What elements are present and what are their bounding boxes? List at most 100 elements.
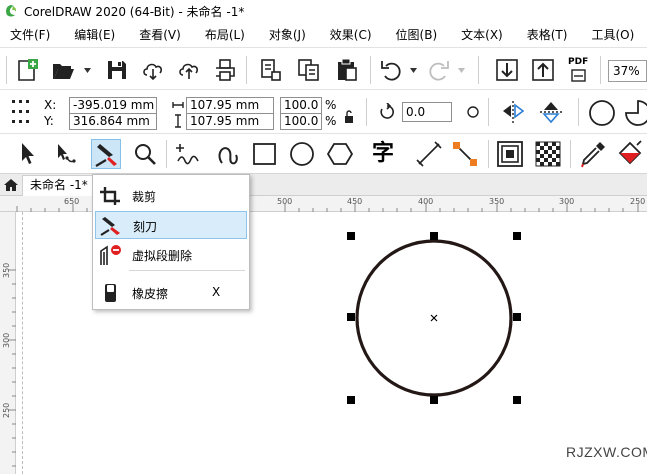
- menu-layout[interactable]: 布局(L): [197, 24, 253, 46]
- selection-handle[interactable]: [347, 232, 355, 240]
- polygon-tool-icon[interactable]: [325, 139, 355, 169]
- menu-bitmaps[interactable]: 位图(B): [388, 24, 446, 46]
- coreldraw-logo-icon: [6, 5, 17, 17]
- open-dropdown-chevron-down-icon[interactable]: [84, 68, 91, 73]
- toolbar-separator: [488, 98, 489, 126]
- pie-mode-icon[interactable]: [624, 99, 647, 127]
- selected-circle-object[interactable]: [340, 230, 530, 408]
- paste-icon[interactable]: [334, 57, 360, 83]
- ruler-label: 300: [2, 332, 11, 348]
- cut-icon[interactable]: [258, 57, 284, 83]
- flyout-item-knife[interactable]: 刻刀: [95, 211, 247, 239]
- ellipse-tool-icon[interactable]: [287, 139, 317, 169]
- document-tab[interactable]: 未命名 -1*: [22, 175, 94, 196]
- cloud-upload-icon[interactable]: [176, 57, 202, 83]
- text-tool-icon[interactable]: 字: [368, 139, 398, 169]
- dimension-tool-icon[interactable]: [414, 139, 444, 169]
- flyout-item-label: 橡皮擦: [132, 287, 169, 301]
- redo-icon[interactable]: [426, 57, 452, 83]
- selection-handle[interactable]: [430, 232, 438, 240]
- undo-dropdown-chevron-down-icon[interactable]: [410, 68, 417, 73]
- menu-view[interactable]: 查看(V): [131, 24, 189, 46]
- ruler-label: 250: [630, 197, 646, 206]
- x-label: X:: [44, 98, 57, 112]
- open-folder-icon[interactable]: [50, 57, 76, 83]
- menu-bar: 文件(F) 编辑(E) 查看(V) 布局(L) 对象(J) 效果(C) 位图(B…: [0, 22, 647, 48]
- shape-tool-icon[interactable]: [50, 139, 80, 169]
- toolbar-separator: [366, 98, 367, 126]
- ruler-label: 400: [418, 197, 434, 206]
- toolbar-separator: [578, 98, 579, 126]
- rotation-degree-spinner-icon[interactable]: [464, 105, 482, 119]
- ruler-label: 450: [347, 197, 363, 206]
- window-title: CorelDRAW 2020 (64-Bit) - 未命名 -1*: [24, 4, 245, 19]
- flyout-divider: [129, 270, 245, 271]
- ruler-label: 500: [277, 197, 293, 206]
- menu-tools[interactable]: 工具(O): [583, 24, 642, 46]
- virtual-segment-delete-icon: [98, 244, 122, 266]
- flyout-item-eraser[interactable]: 橡皮擦 X: [95, 279, 247, 307]
- selection-handle[interactable]: [347, 396, 355, 404]
- scale-y-field[interactable]: 100.0: [280, 113, 322, 130]
- transparency-tool-checker-icon[interactable]: [533, 139, 563, 169]
- menu-object[interactable]: 对象(J): [261, 24, 314, 46]
- toolbar-separator: [6, 56, 7, 84]
- selection-handle[interactable]: [513, 396, 521, 404]
- rectangle-tool-icon[interactable]: [250, 139, 280, 169]
- lock-ratio-icon[interactable]: [344, 110, 354, 124]
- toolbar-separator: [370, 56, 371, 84]
- undo-icon[interactable]: [378, 57, 404, 83]
- zoom-tool-magnifier-icon[interactable]: [130, 139, 160, 169]
- print-icon[interactable]: [212, 57, 238, 83]
- mirror-horizontal-icon[interactable]: [500, 99, 526, 125]
- export-icon[interactable]: [530, 57, 556, 83]
- artistic-media-tool-icon[interactable]: [212, 139, 242, 169]
- connector-tool-icon[interactable]: [450, 139, 480, 169]
- freehand-tool-icon[interactable]: [172, 139, 202, 169]
- menu-edit[interactable]: 编辑(E): [66, 24, 123, 46]
- height-arrow-icon: [175, 114, 181, 128]
- page-border: [22, 212, 23, 474]
- flyout-item-virtual-segment-delete[interactable]: 虚拟段删除: [95, 241, 247, 269]
- selection-handle[interactable]: [430, 396, 438, 404]
- redo-dropdown-chevron-down-icon[interactable]: [458, 68, 465, 73]
- publish-pdf-icon[interactable]: PDF: [566, 57, 592, 83]
- ruler-label: 250: [2, 402, 11, 418]
- menu-effects[interactable]: 效果(C): [322, 24, 380, 46]
- scale-y-percent-label: %: [325, 114, 337, 128]
- flyout-item-crop[interactable]: 裁剪: [95, 182, 247, 210]
- rotation-angle-field[interactable]: 0.0: [402, 102, 452, 122]
- interactive-fill-tool-icon[interactable]: [615, 139, 645, 169]
- selection-handle[interactable]: [347, 313, 355, 321]
- new-document-icon[interactable]: [14, 57, 40, 83]
- flyout-item-label: 裁剪: [132, 190, 157, 204]
- home-icon[interactable]: [3, 177, 19, 193]
- import-icon[interactable]: [494, 57, 520, 83]
- save-icon[interactable]: [104, 57, 130, 83]
- x-position-field[interactable]: -395.019 mm: [69, 97, 157, 114]
- knife-icon: [99, 215, 123, 237]
- scale-x-field[interactable]: 100.0: [280, 97, 322, 114]
- menu-file[interactable]: 文件(F): [0, 24, 58, 46]
- width-field[interactable]: 107.95 mm: [186, 97, 274, 114]
- pick-tool-arrow-icon[interactable]: [12, 139, 42, 169]
- contour-tool-icon[interactable]: [495, 139, 525, 169]
- ellipse-mode-icon[interactable]: [588, 99, 616, 127]
- width-arrow-icon: [172, 102, 184, 108]
- selection-handle[interactable]: [513, 232, 521, 240]
- menu-table[interactable]: 表格(T): [519, 24, 576, 46]
- copy-icon[interactable]: [296, 57, 322, 83]
- height-field[interactable]: 107.95 mm: [186, 113, 274, 130]
- y-position-field[interactable]: 316.864 mm: [69, 113, 157, 130]
- menu-text[interactable]: 文本(X): [453, 24, 511, 46]
- scale-x-percent-label: %: [325, 98, 337, 112]
- ruler-label: 300: [559, 197, 575, 206]
- mirror-vertical-icon[interactable]: [538, 99, 564, 125]
- cloud-download-icon[interactable]: [140, 57, 166, 83]
- title-bar: CorelDRAW 2020 (64-Bit) - 未命名 -1*: [0, 0, 647, 22]
- y-label: Y:: [44, 114, 54, 128]
- selection-handle[interactable]: [513, 313, 521, 321]
- knife-tool-icon[interactable]: [91, 139, 121, 169]
- zoom-level-field[interactable]: 37%: [608, 60, 647, 82]
- eyedropper-tool-icon[interactable]: [578, 139, 608, 169]
